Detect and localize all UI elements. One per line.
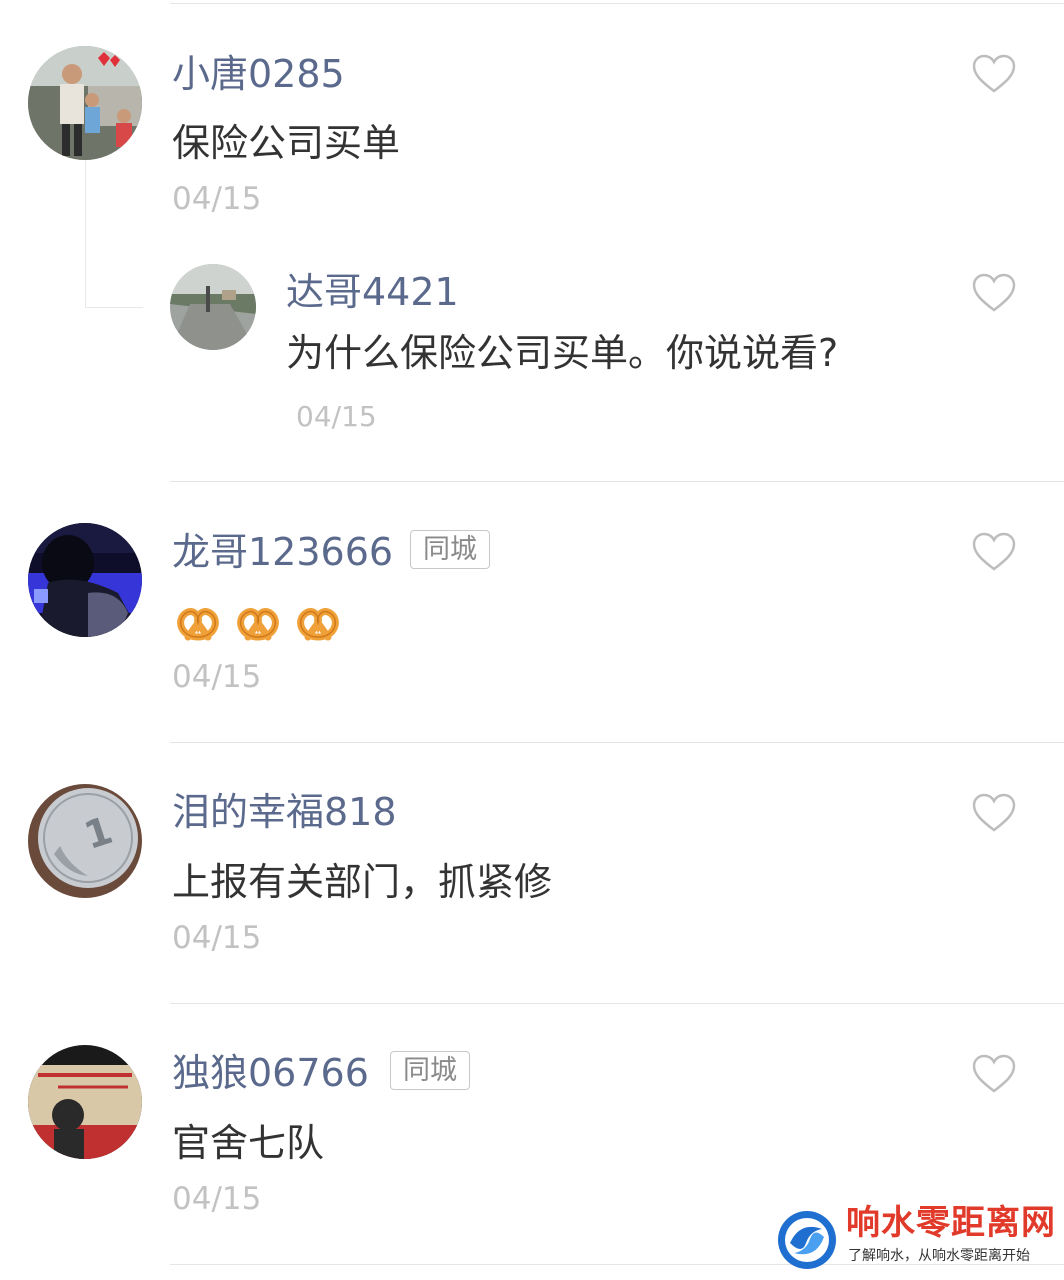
same-city-badge: 同城 <box>390 1051 470 1090</box>
dark-portrait-avatar[interactable] <box>28 523 142 637</box>
family-photo-avatar[interactable] <box>28 46 142 160</box>
site-watermark: 响水零距离网 了解响水，从响水零距离开始 <box>774 1203 1064 1280</box>
comment-text: 官舍七队 <box>172 1121 325 1165</box>
heart-outline-icon <box>972 793 1016 832</box>
heart-outline-icon <box>972 273 1016 312</box>
emoji-row <box>174 597 342 645</box>
comment-username[interactable]: 泪的幸福818 <box>172 793 397 831</box>
heart-outline-icon <box>972 532 1016 571</box>
pretzel-emoji <box>177 608 219 641</box>
coin-avatar[interactable]: 1 <box>28 784 142 898</box>
reply-username[interactable]: 达哥4421 <box>286 273 459 311</box>
pretzel-emoji <box>297 608 339 641</box>
comment-username[interactable]: 小唐0285 <box>172 55 345 93</box>
like-button[interactable] <box>972 793 1016 833</box>
comment-divider <box>170 742 1064 743</box>
comment-date: 04/15 <box>172 1181 262 1217</box>
comment-text: 上报有关部门，抓紧修 <box>172 860 553 904</box>
reply-text: 为什么保险公司买单。你说说看? <box>286 331 839 375</box>
watermark-title: 响水零距离网 <box>846 1203 1056 1243</box>
like-button[interactable] <box>972 1054 1016 1094</box>
comment-date: 04/15 <box>172 181 262 217</box>
same-city-badge: 同城 <box>410 530 490 569</box>
poster-avatar[interactable] <box>28 1045 142 1159</box>
comment-username[interactable]: 龙哥123666 <box>172 533 393 571</box>
pretzel-emoji <box>237 608 279 641</box>
like-button[interactable] <box>972 532 1016 572</box>
heart-outline-icon <box>972 1054 1016 1093</box>
comment-text: 保险公司买单 <box>172 121 401 165</box>
comment-username[interactable]: 独狼06766 <box>172 1054 369 1092</box>
watermark-subtitle: 了解响水，从响水零距离开始 <box>848 1248 1030 1264</box>
heart-outline-icon <box>972 54 1016 93</box>
like-button[interactable] <box>972 54 1016 94</box>
top-divider <box>170 3 1064 4</box>
like-button[interactable] <box>972 273 1016 313</box>
road-photo-avatar[interactable] <box>170 264 256 350</box>
comment-date: 04/15 <box>172 659 262 695</box>
reply-thread-line <box>85 307 143 308</box>
reply-date: 04/15 <box>296 400 377 433</box>
comment-date: 04/15 <box>172 920 262 956</box>
watermark-logo-icon <box>778 1211 836 1269</box>
comment-divider <box>170 1003 1064 1004</box>
reply-thread-line <box>85 160 86 308</box>
comment-divider <box>170 481 1064 482</box>
